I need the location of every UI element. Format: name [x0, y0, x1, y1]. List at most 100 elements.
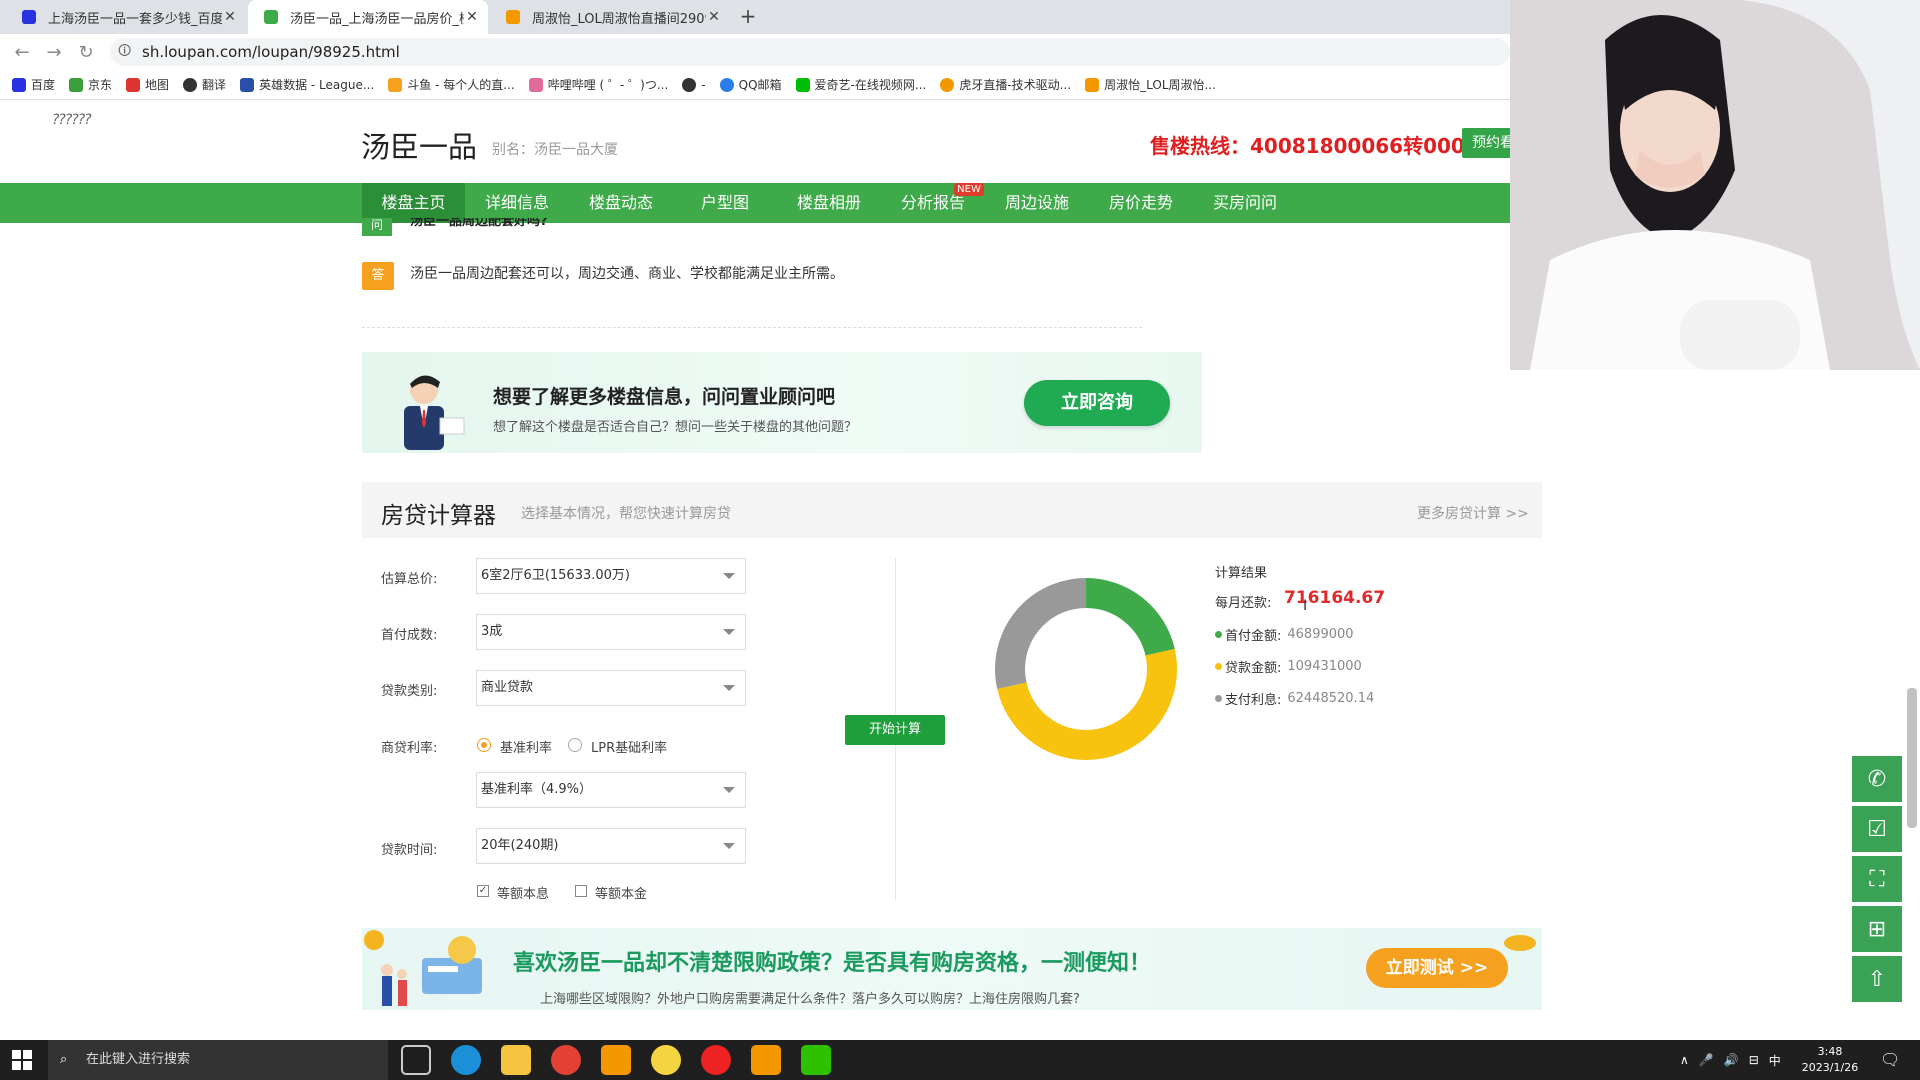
monthly-payment-value: 716164.67	[1284, 588, 1386, 608]
jd-icon	[69, 77, 84, 92]
bookmark-douyu[interactable]: 斗鱼 - 每个人的直...	[388, 76, 515, 93]
netease-music-icon[interactable]	[701, 1045, 731, 1075]
answer-icon: 答	[362, 262, 394, 290]
nav-price-trend[interactable]: 房价走势	[1089, 183, 1193, 223]
back-to-top-button[interactable]: ⇧	[1852, 956, 1902, 1002]
huya-assistant-icon[interactable]	[751, 1045, 781, 1075]
streamer-webcam	[1510, 0, 1920, 370]
house-purchase-illustration	[364, 930, 482, 1006]
nav-news[interactable]: 楼盘动态	[569, 183, 673, 223]
calculator-float-button[interactable]: ⊞	[1852, 906, 1902, 952]
main-nav: 楼盘主页 详细信息 楼盘动态 户型图 楼盘相册 分析报告 周边设施 房价走势 买…	[0, 183, 1510, 223]
scan-float-button[interactable]: ⛶	[1852, 856, 1902, 902]
rate-select[interactable]: 基准利率（4.9%）	[476, 772, 746, 808]
huya-app-icon[interactable]	[601, 1045, 631, 1075]
interest-row: 支付利息: 62448520.14	[1215, 689, 1374, 708]
bookmark-blank[interactable]: -	[682, 77, 706, 92]
bookmark-iqiyi[interactable]: 爱奇艺-在线视频网...	[795, 76, 926, 93]
down-payment-row: 首付金额: 46899000	[1215, 625, 1354, 644]
obs-icon[interactable]	[651, 1045, 681, 1075]
url-field[interactable]: 🛈 sh.loupan.com/loupan/98925.html	[110, 38, 1510, 66]
consult-title: 想要了解更多楼盘信息，问问置业顾问吧	[493, 386, 836, 408]
favorite-float-button[interactable]: ☑	[1852, 806, 1902, 852]
page-scrollbar[interactable]	[1907, 688, 1917, 828]
calculator-subtitle: 选择基本情况，帮您快速计算房贷	[521, 506, 731, 522]
wechat-app-icon[interactable]	[801, 1045, 831, 1075]
loan-term-label: 贷款时间:	[381, 843, 438, 858]
clock-time: 3:48	[1817, 1045, 1843, 1058]
chrome-icon[interactable]	[551, 1045, 581, 1075]
notification-icon[interactable]: 🗨	[1880, 1050, 1900, 1069]
taskbar-search-box[interactable]: ⌕ 在此键入进行搜索	[48, 1040, 388, 1080]
file-explorer-icon[interactable]	[501, 1045, 531, 1075]
search-icon: ⌕	[60, 1052, 68, 1067]
tab-huya[interactable]: 周淑怡_LOL周淑怡直播间290935 ✕	[490, 0, 730, 34]
bookmark-lol-data[interactable]: 英雄数据 - League...	[240, 76, 374, 93]
huya-icon	[1085, 77, 1100, 92]
result-title: 计算结果	[1215, 566, 1268, 581]
text-cursor-icon: I	[1303, 598, 1308, 614]
close-tab-icon[interactable]: ✕	[222, 9, 238, 25]
more-calculators-link[interactable]: 更多房贷计算 >>	[1417, 503, 1529, 523]
test-now-button[interactable]: 立即测试 >>	[1366, 948, 1508, 988]
volume-icon[interactable]: 🔊	[1724, 1053, 1739, 1067]
bookmark-jd[interactable]: 京东	[69, 76, 112, 93]
huya-icon	[506, 10, 520, 24]
total-price-select[interactable]: 6室2厅6卫(15633.00万)	[476, 558, 746, 594]
back-icon[interactable]: ←	[10, 40, 34, 64]
equal-installment-checkbox[interactable]: ✓	[477, 885, 489, 897]
calculate-button[interactable]: 开始计算	[845, 715, 945, 745]
taskbar-clock[interactable]: 3:48 2023/1/26	[1790, 1044, 1870, 1076]
nav-floorplans[interactable]: 户型图	[673, 183, 777, 223]
bookmark-bilibili[interactable]: 哔哩哔哩 ( ゜- ゜)つ...	[528, 76, 668, 93]
down-payment-select[interactable]: 3成	[476, 614, 746, 650]
calculator-title: 房贷计算器	[381, 503, 496, 529]
lpr-rate-radio[interactable]	[568, 738, 582, 752]
qqmail-icon	[719, 77, 734, 92]
clock-date: 2023/1/26	[1801, 1061, 1859, 1074]
loan-term-select[interactable]: 20年(240期)	[476, 828, 746, 864]
site-info-icon[interactable]: 🛈	[118, 38, 131, 66]
tab-loupan[interactable]: 汤臣一品_上海汤臣一品房价_楼盘 ✕	[248, 0, 488, 34]
bilibili-icon	[528, 77, 543, 92]
forward-icon[interactable]: →	[42, 40, 66, 64]
equal-principal-checkbox[interactable]	[575, 885, 587, 897]
monthly-payment-label: 每月还款:	[1215, 596, 1272, 611]
wechat-float-button[interactable]: ✆	[1852, 756, 1902, 802]
policy-subtitle: 上海哪些区域限购？外地户口购房需要满足什么条件？落户多久可以购房？上海住房限购几…	[540, 992, 1080, 1007]
chevron-up-icon[interactable]: ∧	[1680, 1053, 1689, 1067]
consult-now-button[interactable]: 立即咨询	[1024, 380, 1170, 426]
policy-title: 喜欢汤臣一品却不清楚限购政策？是否具有购房资格，一测便知！	[513, 951, 1152, 976]
windows-start-icon[interactable]	[12, 1050, 32, 1070]
calculator-icon: ⊞	[1867, 916, 1887, 942]
base-rate-radio[interactable]	[477, 738, 491, 752]
bookmark-huya[interactable]: 虎牙直播-技术驱动...	[940, 76, 1071, 93]
bookmark-translate[interactable]: 翻译	[183, 76, 226, 93]
reload-icon[interactable]: ↻	[74, 40, 98, 64]
bookmark-map[interactable]: 地图	[126, 76, 169, 93]
consultant-illustration	[404, 375, 465, 450]
loan-type-select[interactable]: 商业贷款	[476, 670, 746, 706]
task-view-icon[interactable]	[401, 1045, 431, 1075]
network-icon[interactable]: ⊟	[1749, 1053, 1759, 1067]
bookmark-huya-room[interactable]: 周淑怡_LOL周淑怡...	[1085, 76, 1216, 93]
close-tab-icon[interactable]: ✕	[706, 9, 722, 25]
bookmark-qqmail[interactable]: QQ邮箱	[719, 76, 782, 93]
chevron-down-icon	[723, 843, 735, 849]
huya-icon	[940, 77, 955, 92]
site-logo[interactable]: ??????	[52, 112, 92, 128]
baidu-icon	[22, 10, 36, 24]
nav-surroundings[interactable]: 周边设施	[985, 183, 1089, 223]
nav-album[interactable]: 楼盘相册	[777, 183, 881, 223]
close-tab-icon[interactable]: ✕	[464, 9, 480, 25]
tab-baidu[interactable]: 上海汤臣一品一套多少钱_百度搜 ✕	[6, 0, 246, 34]
down-payment-label: 首付成数:	[381, 628, 438, 643]
bookmark-baidu[interactable]: 百度	[12, 76, 55, 93]
nav-home[interactable]: 楼盘主页	[362, 183, 465, 223]
microphone-icon[interactable]: 🎤	[1699, 1053, 1714, 1067]
edge-icon[interactable]	[451, 1045, 481, 1075]
new-tab-icon[interactable]: +	[736, 4, 760, 28]
nav-details[interactable]: 详细信息	[465, 183, 569, 223]
nav-qa[interactable]: 买房问问	[1193, 183, 1297, 223]
ime-indicator[interactable]: 中	[1769, 1052, 1781, 1069]
